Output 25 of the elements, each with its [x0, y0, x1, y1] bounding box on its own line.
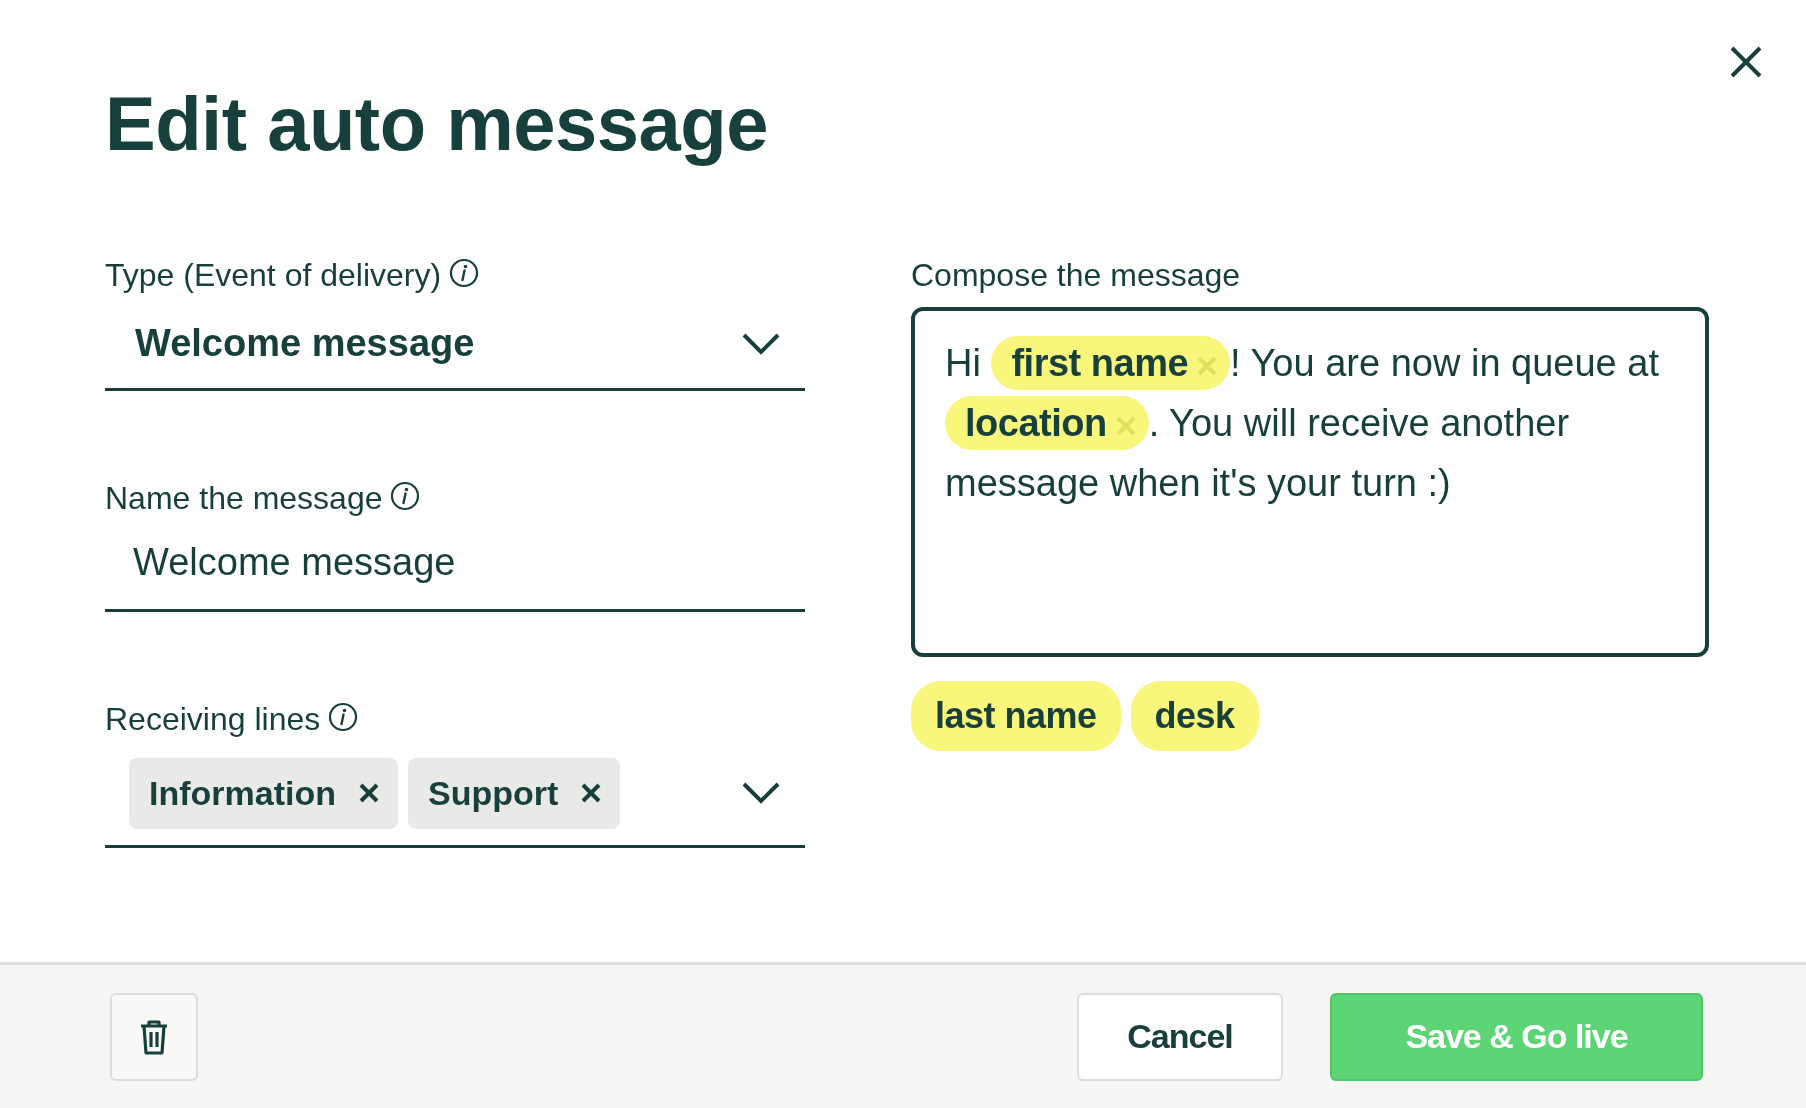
chevron-down-icon	[741, 331, 781, 356]
remove-icon	[1196, 355, 1219, 378]
variable-tag[interactable]: desk	[1130, 681, 1259, 752]
variable-tag[interactable]: last name	[911, 681, 1121, 752]
message-editor[interactable]: Hi first name ! You are now in queue at location . You will receive another message when it's your turn :)	[911, 307, 1709, 658]
type-select[interactable]: Welcome message	[105, 301, 805, 392]
delete-button[interactable]	[110, 992, 198, 1081]
lines-select[interactable]: Information Support	[105, 743, 805, 848]
chevron-down-icon	[741, 781, 781, 806]
info-icon	[449, 258, 480, 288]
cancel-button[interactable]: Cancel	[1077, 992, 1283, 1081]
name-input-field[interactable]: Welcome message	[105, 522, 805, 613]
field-label: Type (Event of delivery)	[105, 258, 442, 294]
remove-icon	[580, 782, 603, 805]
line-chip[interactable]: Information	[129, 757, 398, 829]
remove-icon	[358, 782, 380, 805]
remove-icon	[1114, 415, 1137, 438]
trash-icon	[139, 1018, 169, 1055]
field-label: Receiving lines	[105, 702, 321, 738]
info-icon	[390, 481, 421, 512]
field-label: Name the message	[105, 481, 383, 517]
info-icon	[328, 702, 359, 733]
message-text: Hi first name ! You are now in queue at location . You will receive another message when it's your turn :)	[945, 333, 1675, 514]
line-chip[interactable]: Support	[408, 757, 621, 829]
field-label: Compose the message	[911, 258, 1241, 294]
